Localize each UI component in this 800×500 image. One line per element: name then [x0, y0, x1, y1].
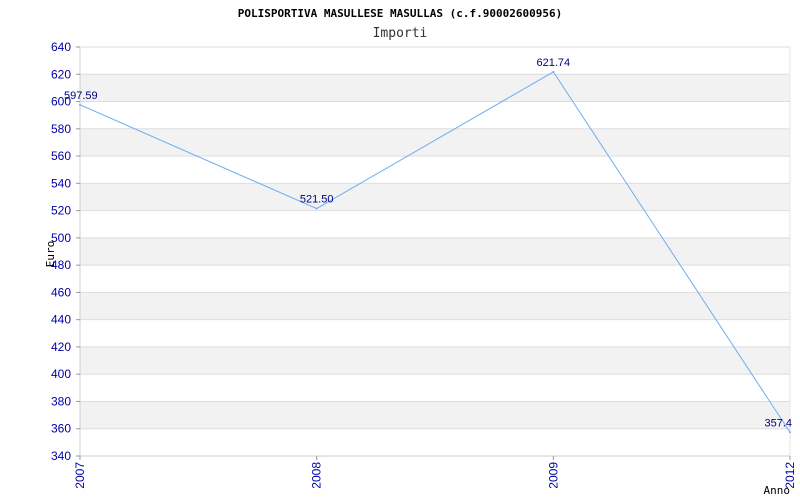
- y-tick-label: 620: [51, 67, 71, 81]
- x-axis-ticks: 2007 2008 2009 2012: [73, 456, 797, 489]
- y-tick-label: 420: [51, 340, 71, 354]
- y-tick-label: 580: [51, 122, 71, 136]
- x-axis-label: Anno: [764, 484, 791, 497]
- y-tick-label: 640: [51, 40, 71, 54]
- grid-bands: [80, 74, 790, 429]
- x-tick-label: 2007: [73, 462, 87, 489]
- y-tick-label: 380: [51, 394, 71, 408]
- data-point: [79, 103, 81, 106]
- grid-band: [80, 346, 790, 375]
- grid-band: [80, 401, 790, 429]
- y-tick-label: 520: [51, 204, 71, 218]
- y-axis-label: Euro: [44, 241, 57, 268]
- grid-band: [80, 183, 790, 211]
- y-tick-label: 400: [51, 367, 71, 381]
- data-label: 357.4: [764, 417, 792, 429]
- data-point: [315, 207, 318, 210]
- grid-band: [80, 292, 790, 320]
- y-tick-label: 360: [51, 422, 71, 436]
- data-point: [789, 431, 791, 434]
- grid-band: [80, 74, 790, 102]
- y-tick-label: 440: [51, 313, 71, 327]
- y-tick-label: 340: [51, 449, 71, 463]
- x-tick-label: 2009: [546, 462, 560, 489]
- y-tick-label: 460: [51, 285, 71, 299]
- data-label: 521.50: [300, 194, 334, 206]
- x-tick-label: 2008: [310, 462, 324, 489]
- grid-band: [80, 237, 790, 266]
- data-label: 597.59: [64, 90, 98, 102]
- line-chart: 3403603804004204404604805005205405605806…: [44, 7, 797, 497]
- y-tick-label: 540: [51, 176, 71, 190]
- data-point: [552, 70, 555, 73]
- data-label: 621.74: [537, 57, 571, 69]
- chart-subtitle: Importi: [373, 26, 428, 41]
- y-tick-label: 560: [51, 149, 71, 163]
- chart-title: POLISPORTIVA MASULLESE MASULLAS (c.f.900…: [238, 7, 563, 20]
